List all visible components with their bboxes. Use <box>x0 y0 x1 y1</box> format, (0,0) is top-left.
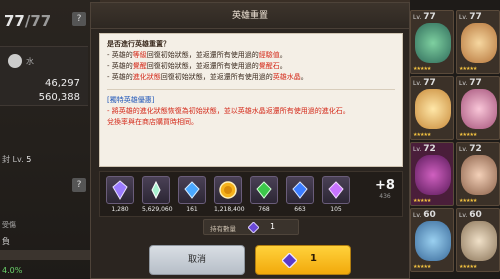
stat-value-2: 560,388 <box>38 92 80 103</box>
green-gem-icon <box>256 181 272 199</box>
hero-card[interactable]: Lv. 77 ★★★★★ <box>456 76 500 140</box>
hero-portrait <box>461 155 497 195</box>
hero-card[interactable]: Lv. 72 ★★★★★ <box>410 142 454 206</box>
progress-bar <box>0 250 100 260</box>
percent-label: 4.0% <box>2 266 23 275</box>
refund-item[interactable]: 1,280 <box>106 176 134 216</box>
cancel-button[interactable]: 取消 <box>149 245 245 275</box>
refund-item[interactable]: 105 <box>322 176 350 216</box>
help-icon[interactable]: ? <box>72 12 86 26</box>
blue-gem-icon <box>184 181 200 199</box>
confirm-reset-button[interactable]: 1 <box>255 245 351 275</box>
reset-ticket-icon <box>282 253 297 268</box>
refund-item[interactable]: 161 <box>178 176 206 216</box>
favorite-label: 受傷 <box>2 221 16 229</box>
stat-value-1: 46,297 <box>45 78 80 89</box>
hero-portrait <box>461 89 497 129</box>
dialog-question: 是否進行英雄重置？ <box>107 40 170 48</box>
sub-level: 封 Lv. 5 <box>2 155 32 164</box>
reset-line-evolve: - 英雄的進化狀態回復初始狀態，並返還所有使用過的英雄水晶。 <box>107 73 308 81</box>
hero-roster: Lv. 77 ★★★★★ Lv. 77 ★★★★★ Lv. 77 ★★★★★ L… <box>410 0 500 279</box>
exp-crystal-icon <box>151 180 161 200</box>
reset-line-level: - 英雄的等級回復初始狀態，並返還所有使用過的經驗值。 <box>107 51 287 59</box>
reset-ticket-icon <box>248 222 259 233</box>
hero-level: 77/77 <box>4 12 52 30</box>
blue-crystal-icon <box>292 181 308 199</box>
refund-item[interactable]: 768 <box>250 176 278 216</box>
hero-portrait <box>415 23 451 63</box>
hero-card[interactable]: Lv. 72 ★★★★★ <box>456 142 500 206</box>
hero-card[interactable]: Lv. 77 ★★★★★ <box>456 10 500 74</box>
hero-info-panel: 77/77 ? 水 46,297 560,388 封 Lv. 5 ? 受傷 負 … <box>0 0 100 279</box>
hero-portrait <box>415 155 451 195</box>
hero-portrait <box>415 89 451 129</box>
hero-reset-dialog: 英雄重置 是否進行英雄重置？ - 英雄的等級回復初始狀態，並返還所有使用過的經驗… <box>90 2 410 279</box>
gold-coin-icon <box>219 181 237 199</box>
hero-portrait <box>461 221 497 261</box>
help-icon-2[interactable]: ? <box>72 178 86 192</box>
purple-crystal-icon <box>112 180 128 200</box>
reset-line-awaken: - 英雄的覺醒回復初始狀態，並返還所有使用過的覺醒石。 <box>107 62 287 70</box>
refund-item[interactable]: 663 <box>286 176 314 216</box>
element-label: 水 <box>26 57 34 66</box>
neg-label: 負 <box>2 237 10 246</box>
special-line-1: - 將英雄的進化狀態恢復為初始狀態，並以英雄水晶返還所有使用過的進化石。 <box>107 107 350 115</box>
violet-crystal-icon <box>328 181 344 199</box>
refund-item[interactable]: 5,629,060 <box>142 176 173 216</box>
special-line-2: 兌換率與在商店購買時相同。 <box>107 118 198 126</box>
hero-portrait <box>461 23 497 63</box>
special-title: [獨特英雄優惠] <box>107 96 155 104</box>
dialog-title: 英雄重置 <box>91 3 409 29</box>
refund-item[interactable]: 1,218,400 <box>214 176 245 216</box>
dialog-body: 是否進行英雄重置？ - 英雄的等級回復初始狀態，並返還所有使用過的經驗值。 - … <box>99 33 403 167</box>
hero-portrait <box>415 221 451 261</box>
hero-card[interactable]: Lv. 60 ★★★★★ <box>410 208 454 272</box>
hero-card[interactable]: Lv. 77 ★★★★★ <box>410 10 454 74</box>
more-items-button[interactable]: +8 436 <box>372 178 398 200</box>
divider <box>107 89 395 90</box>
hero-card[interactable]: Lv. 60 ★★★★★ <box>456 208 500 272</box>
owned-quantity: 持有數量 1 <box>203 219 299 235</box>
water-element-icon <box>8 54 22 68</box>
refund-items: 1,280 5,629,060 161 1,218,400 768 663 10… <box>99 171 403 217</box>
hero-card[interactable]: Lv. 77 ★★★★★ <box>410 76 454 140</box>
